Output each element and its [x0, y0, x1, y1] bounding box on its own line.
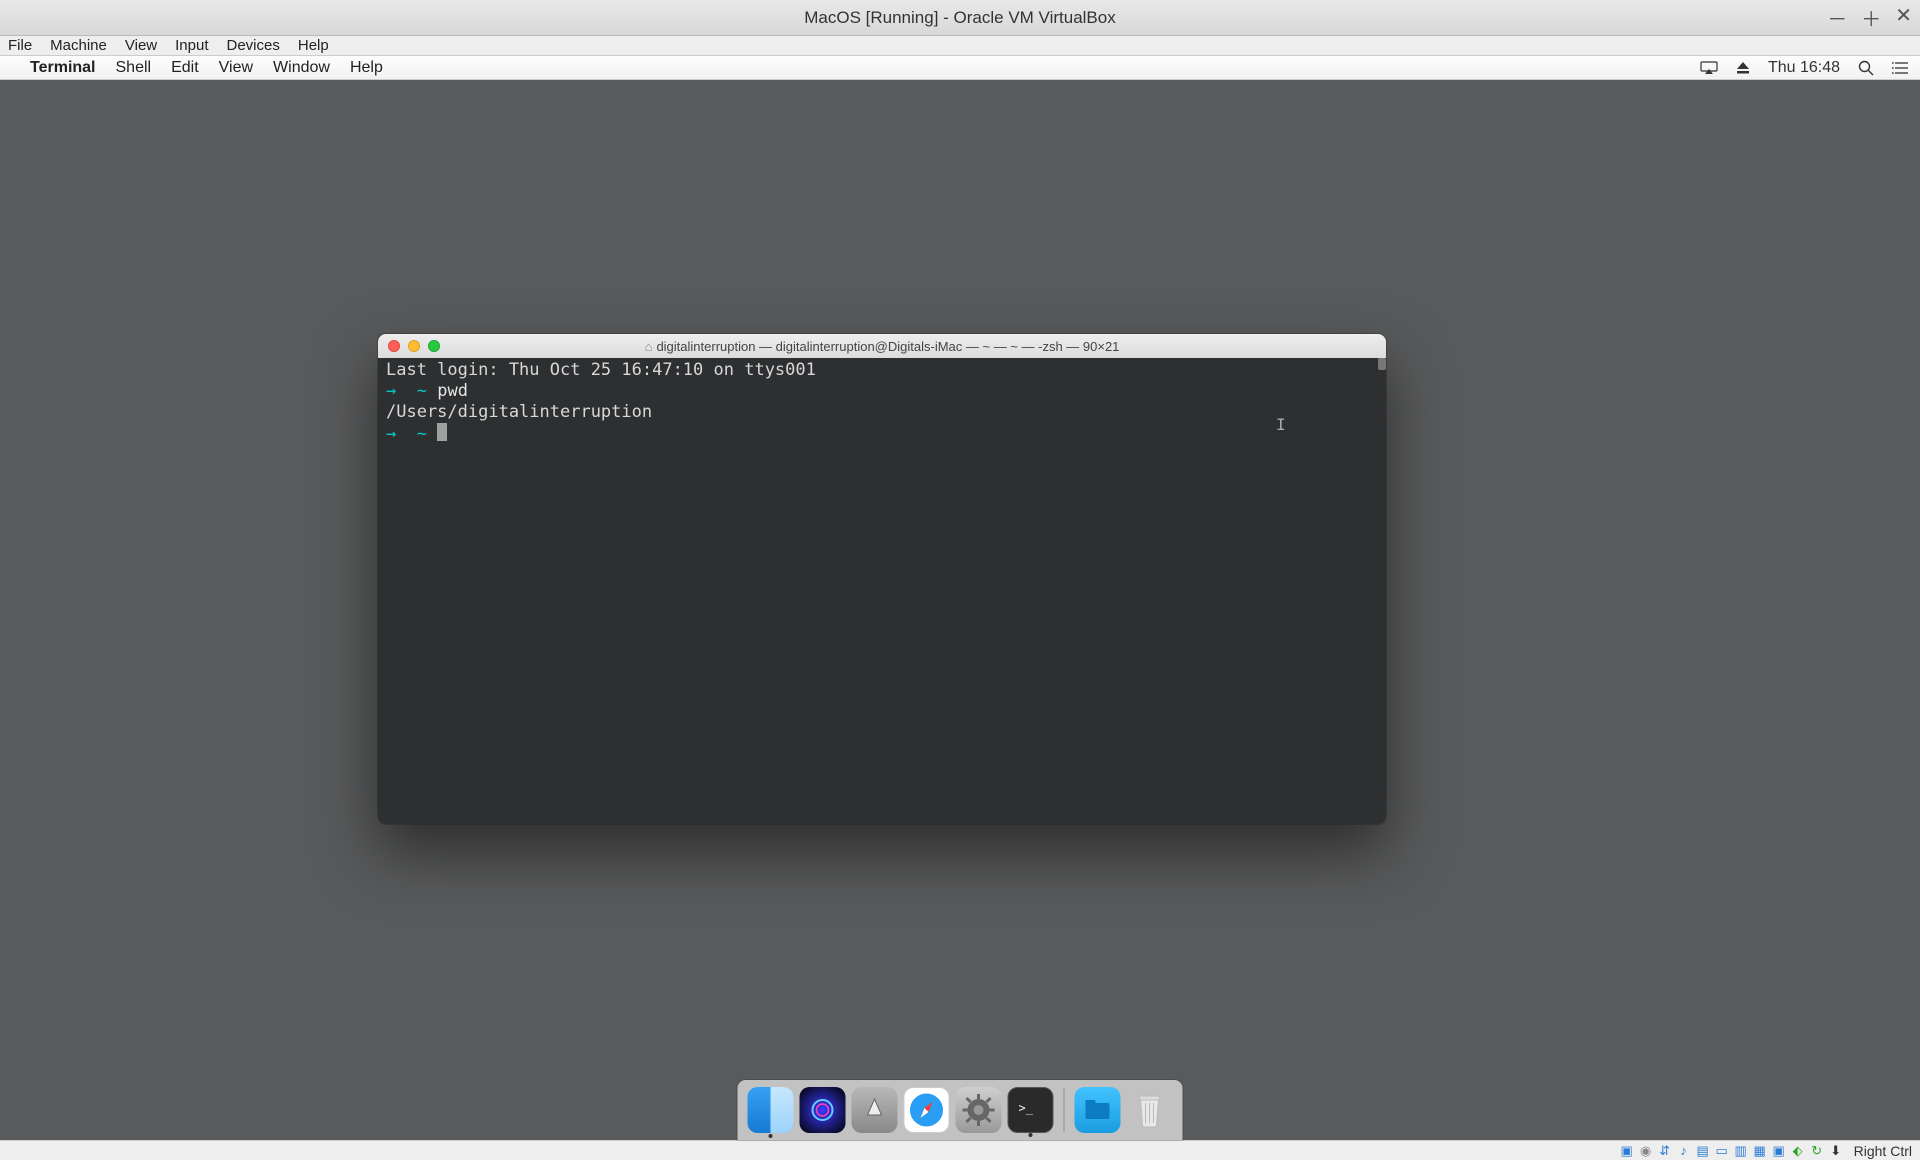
menu-list-icon[interactable]	[1892, 61, 1908, 75]
dock-separator	[1064, 1088, 1065, 1132]
terminal-last-login: Last login: Thu Oct 25 16:47:10 on ttys0…	[386, 360, 1378, 381]
vbox-menu-view[interactable]: View	[125, 37, 157, 54]
vbox-hostkey-label: Right Ctrl	[1854, 1143, 1912, 1159]
terminal-title: ⌂digitalinterruption — digitalinterrupti…	[378, 339, 1386, 354]
mac-app-name[interactable]: Terminal	[30, 59, 96, 77]
terminal-cursor	[437, 423, 447, 441]
airplay-icon[interactable]	[1700, 61, 1718, 75]
terminal-output-pwd: /Users/digitalinterruption	[386, 402, 1378, 423]
dock-downloads[interactable]	[1075, 1087, 1121, 1133]
mac-menubar: Terminal Shell Edit View Window Help Thu…	[0, 56, 1920, 80]
vbox-menubar: File Machine View Input Devices Help	[0, 36, 1920, 56]
vbox-close-button[interactable]: ✕	[1895, 3, 1912, 32]
mac-menu-window[interactable]: Window	[273, 59, 330, 77]
prompt-arrow: →	[386, 381, 396, 401]
minimize-button[interactable]	[408, 340, 420, 352]
terminal-titlebar[interactable]: ⌂digitalinterruption — digitalinterrupti…	[378, 334, 1386, 358]
terminal-body[interactable]: Last login: Thu Oct 25 16:47:10 on ttys0…	[378, 358, 1386, 824]
mac-desktop: Terminal Shell Edit View Window Help Thu…	[0, 56, 1920, 1140]
vbox-usb-icon[interactable]: ⇵	[1657, 1143, 1673, 1159]
terminal-window[interactable]: ⌂digitalinterruption — digitalinterrupti…	[378, 334, 1386, 824]
vbox-menu-machine[interactable]: Machine	[50, 37, 107, 54]
vbox-menu-help[interactable]: Help	[298, 37, 329, 54]
vbox-keyboard-icon[interactable]: ↻	[1809, 1143, 1825, 1159]
vbox-maximize-button[interactable]: ＋	[1861, 3, 1881, 32]
vbox-net-icon[interactable]: ▤	[1695, 1143, 1711, 1159]
dock-finder[interactable]	[748, 1087, 794, 1133]
dock-trash[interactable]	[1127, 1087, 1173, 1133]
text-cursor-icon: 𝙸	[1276, 414, 1286, 435]
terminal-command-1: pwd	[437, 381, 468, 401]
vbox-statusbar: ▣ ◉ ⇵ ♪ ▤ ▭ ▥ ▦ ▣ ⬖ ↻ ⬇ Right Ctrl	[0, 1140, 1920, 1160]
vbox-minimize-button[interactable]: －	[1827, 3, 1847, 32]
vbox-menu-input[interactable]: Input	[175, 37, 208, 54]
dock-settings[interactable]	[956, 1087, 1002, 1133]
terminal-prompt-1: → ~ pwd	[386, 381, 1378, 402]
vbox-menu-file[interactable]: File	[8, 37, 32, 54]
vbox-window-controls: － ＋ ✕	[1827, 3, 1912, 32]
prompt-tilde: ~	[417, 381, 427, 401]
vbox-window-title: MacOS [Running] - Oracle VM VirtualBox	[804, 8, 1115, 28]
dock-siri[interactable]	[800, 1087, 846, 1133]
dock-terminal[interactable]: >_	[1008, 1087, 1054, 1133]
close-button[interactable]	[388, 340, 400, 352]
vbox-display-icon[interactable]: ▭	[1714, 1143, 1730, 1159]
dock-launchpad[interactable]	[852, 1087, 898, 1133]
terminal-title-text: digitalinterruption — digitalinterruptio…	[656, 339, 1119, 354]
vbox-shared-icon[interactable]: ▥	[1733, 1143, 1749, 1159]
dock: >_	[738, 1080, 1183, 1140]
mac-menu-help[interactable]: Help	[350, 59, 383, 77]
vbox-hd-icon[interactable]: ▣	[1619, 1143, 1635, 1159]
svg-text:>_: >_	[1019, 1101, 1034, 1115]
vbox-titlebar: MacOS [Running] - Oracle VM VirtualBox －…	[0, 0, 1920, 36]
terminal-prompt-2: → ~	[386, 423, 1378, 445]
spotlight-icon[interactable]	[1858, 60, 1874, 76]
prompt-arrow: →	[386, 424, 396, 444]
eject-icon[interactable]	[1736, 61, 1750, 75]
dock-safari[interactable]	[904, 1087, 950, 1133]
vbox-hostkey-indicator[interactable]: ⬇	[1828, 1143, 1844, 1159]
vbox-cd-icon[interactable]: ◉	[1638, 1143, 1654, 1159]
vbox-status-icons: ▣ ◉ ⇵ ♪ ▤ ▭ ▥ ▦ ▣ ⬖ ↻ ⬇	[1619, 1143, 1844, 1159]
vbox-audio-icon[interactable]: ♪	[1676, 1143, 1692, 1159]
running-indicator	[1029, 1133, 1033, 1137]
home-icon: ⌂	[645, 339, 653, 354]
vbox-mouse-icon[interactable]: ⬖	[1790, 1143, 1806, 1159]
running-indicator	[769, 1134, 773, 1138]
terminal-scrollbar[interactable]	[1378, 358, 1386, 370]
mac-clock[interactable]: Thu 16:48	[1768, 59, 1840, 77]
mac-menu-shell[interactable]: Shell	[116, 59, 152, 77]
vbox-record-icon[interactable]: ▣	[1771, 1143, 1787, 1159]
zoom-button[interactable]	[428, 340, 440, 352]
vbox-vrde-icon[interactable]: ▦	[1752, 1143, 1768, 1159]
prompt-tilde: ~	[417, 424, 427, 444]
traffic-lights	[388, 340, 440, 352]
mac-menu-edit[interactable]: Edit	[171, 59, 199, 77]
mac-menu-view[interactable]: View	[219, 59, 253, 77]
vbox-menu-devices[interactable]: Devices	[227, 37, 280, 54]
